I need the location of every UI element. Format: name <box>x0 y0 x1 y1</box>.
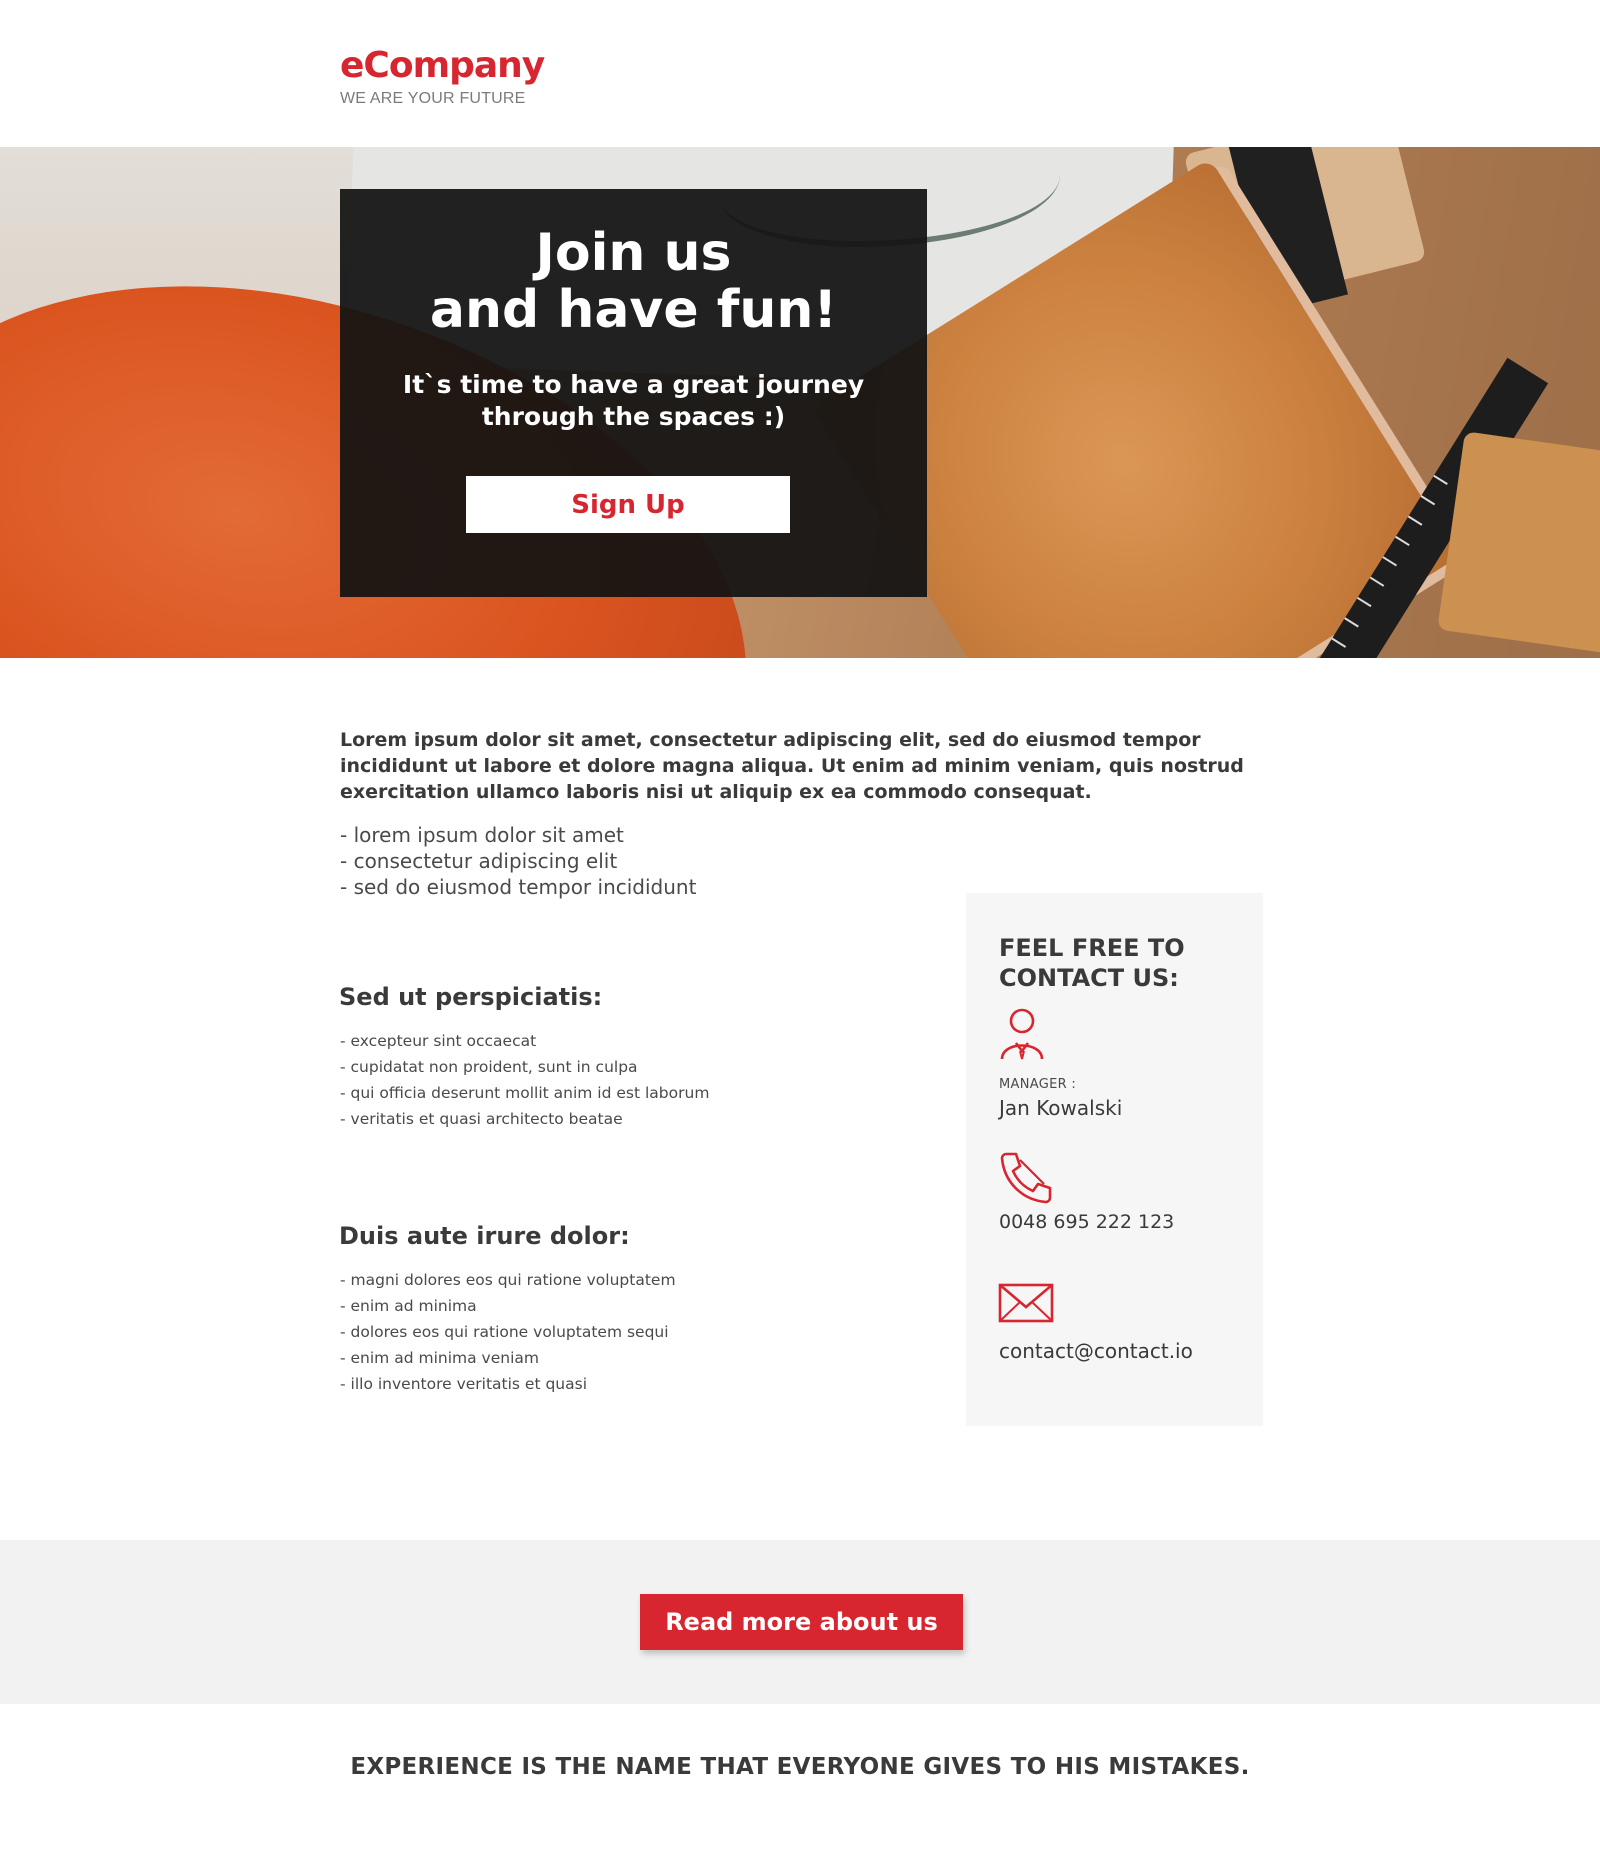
list-item: - enim ad minima veniam <box>340 1349 539 1367</box>
phone-icon[interactable] <box>998 1150 1054 1204</box>
hero-subtitle: It`s time to have a great journey throug… <box>340 369 927 433</box>
hero-title-line2: and have fun! <box>429 280 838 340</box>
logo-tagline: WE ARE YOUR FUTURE <box>340 90 526 107</box>
sign-up-button[interactable]: Sign Up <box>466 476 790 533</box>
list-item: - excepteur sint occaecat <box>340 1032 537 1050</box>
hero-panel: Join us and have fun! It`s time to have … <box>340 189 927 597</box>
list-item: - lorem ipsum dolor sit amet <box>340 823 624 847</box>
section-title-perspiciatis: Sed ut perspiciatis: <box>339 983 603 1011</box>
section-list-perspiciatis: - excepteur sint occaecat - cupidatat no… <box>340 1028 900 1132</box>
list-item: - enim ad minima <box>340 1297 477 1315</box>
hero-subtitle-line1: It`s time to have a great journey <box>402 370 865 399</box>
list-item: - dolores eos qui ratione voluptatem seq… <box>340 1323 669 1341</box>
footer-quote: EXPERIENCE IS THE NAME THAT EVERYONE GIV… <box>350 1754 1250 1780</box>
hero-banner: Join us and have fun! It`s time to have … <box>0 147 1600 658</box>
contact-title: FEEL FREE TO CONTACT US: <box>999 934 1185 992</box>
envelope-icon[interactable] <box>998 1283 1054 1323</box>
hero-subtitle-line2: through the spaces :) <box>481 402 786 431</box>
contact-email[interactable]: contact@contact.io <box>999 1339 1193 1363</box>
cta-band: Read more about us <box>0 1540 1600 1704</box>
intro-list: - lorem ipsum dolor sit amet - consectet… <box>340 822 940 900</box>
list-item: - cupidatat non proident, sunt in culpa <box>340 1058 638 1076</box>
list-item: - consectetur adipiscing elit <box>340 849 618 873</box>
manager-name: Jan Kowalski <box>999 1096 1123 1120</box>
hero-title-line1: Join us <box>535 223 732 283</box>
person-icon <box>1000 1008 1044 1060</box>
hero-title: Join us and have fun! <box>340 225 927 339</box>
list-item: - veritatis et quasi architecto beatae <box>340 1110 623 1128</box>
contact-phone[interactable]: 0048 695 222 123 <box>999 1211 1174 1233</box>
list-item: - sed do eiusmod tempor incididunt <box>340 875 697 899</box>
site-header: eCompany WE ARE YOUR FUTURE <box>0 0 1600 147</box>
intro-paragraph: Lorem ipsum dolor sit amet, consectetur … <box>340 729 1244 803</box>
manager-label: MANAGER : <box>999 1077 1077 1092</box>
section-list-irure-dolor: - magni dolores eos qui ratione voluptat… <box>340 1267 900 1397</box>
list-item: - qui officia deserunt mollit anim id es… <box>340 1084 710 1102</box>
list-item: - illo inventore veritatis et quasi <box>340 1375 588 1393</box>
list-item: - magni dolores eos qui ratione voluptat… <box>340 1271 676 1289</box>
logo-name: eCompany <box>340 45 545 86</box>
read-more-button[interactable]: Read more about us <box>640 1594 963 1650</box>
contact-card: FEEL FREE TO CONTACT US: MANAGER : Jan K… <box>966 893 1263 1426</box>
logo[interactable]: eCompany WE ARE YOUR FUTURE <box>340 45 545 108</box>
section-title-irure-dolor: Duis aute irure dolor: <box>339 1222 630 1250</box>
